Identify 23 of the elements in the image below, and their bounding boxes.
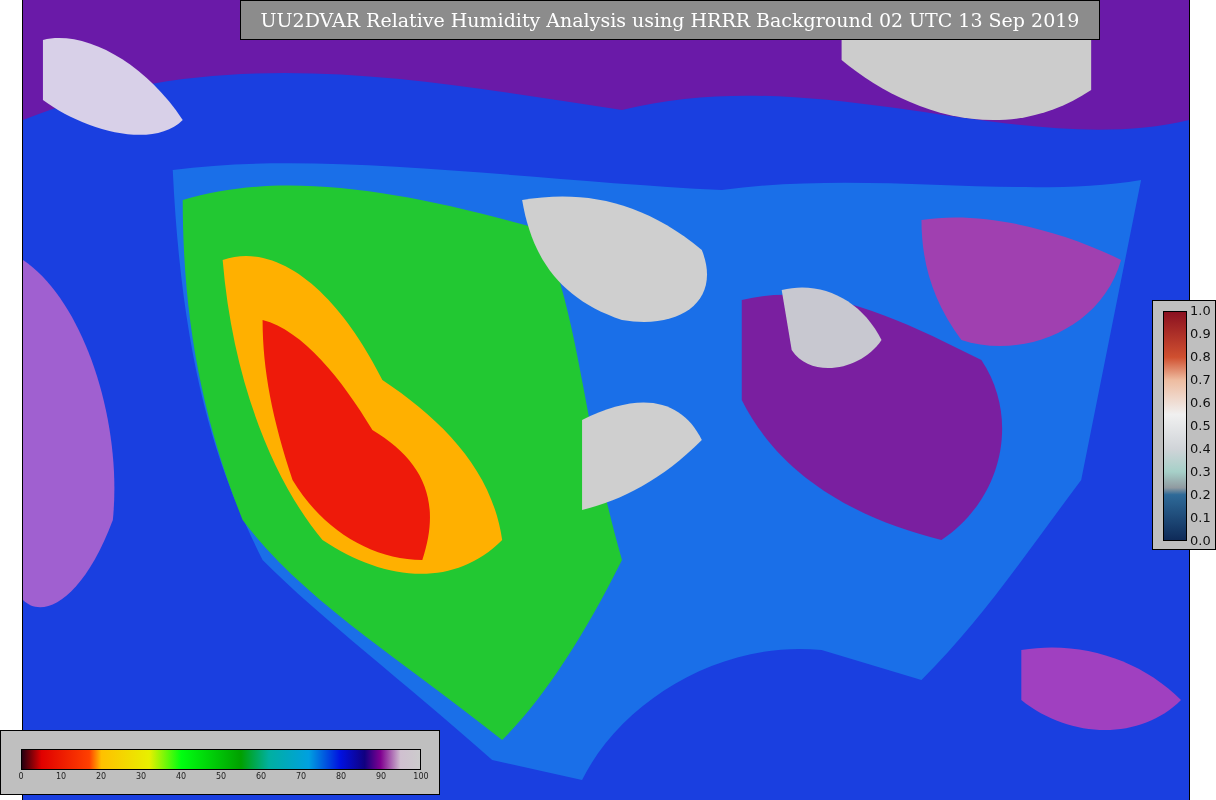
colorbar-tick-label: 0.8 <box>1190 350 1211 364</box>
colorbar-tick-label: 0.7 <box>1190 373 1211 387</box>
map-title: UU2DVAR Relative Humidity Analysis using HRRR Background 02 UTC 13 Sep 2019 <box>240 0 1100 40</box>
colorbar-tick-label: 0.2 <box>1190 488 1211 502</box>
colorbar-tick-label: 0.4 <box>1190 442 1211 456</box>
colorbar-tick-label: 0.6 <box>1190 396 1211 410</box>
colorbar-tick-label: 50 <box>214 771 228 783</box>
colorbar-tick-label: 0.1 <box>1190 511 1211 525</box>
colorbar-tick-label: 0.3 <box>1190 465 1211 479</box>
colorbar-tick-label: 0 <box>17 771 25 783</box>
colorbar-tick-label: 10 <box>54 771 68 783</box>
colorbar-tick-label: 0.9 <box>1190 327 1211 341</box>
colorbar-tick-label: 0.5 <box>1190 419 1211 433</box>
colorbar-tick-label: 1.0 <box>1190 304 1211 318</box>
colorbar-tick-label: 80 <box>334 771 348 783</box>
colorbar-tick-label: 0.0 <box>1190 534 1211 548</box>
colorbar-tick-label: 40 <box>174 771 188 783</box>
colorbar-tick-label: 90 <box>374 771 388 783</box>
colorbar-tick-label: 70 <box>294 771 308 783</box>
colorbar-tick-label: 20 <box>94 771 108 783</box>
colorbar-tick-label: 100 <box>412 771 430 783</box>
colorbar-tick-label: 60 <box>254 771 268 783</box>
colorbar-tick-label: 30 <box>134 771 148 783</box>
